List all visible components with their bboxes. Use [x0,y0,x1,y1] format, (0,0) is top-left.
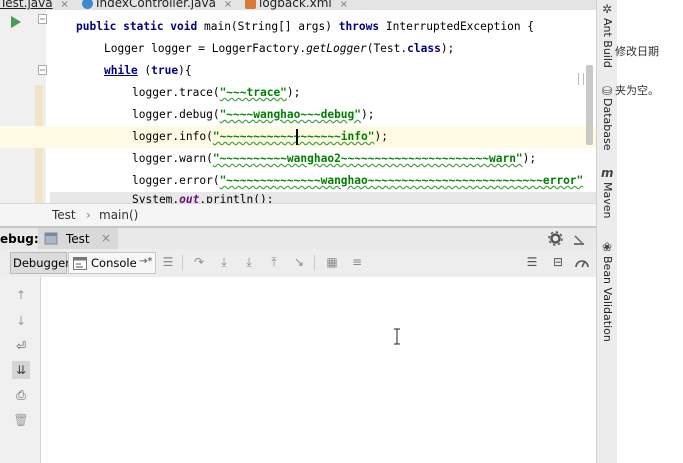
tab-indexcontroller[interactable]: IndexController.java × [82,0,232,10]
editor-scrollbar[interactable] [586,65,593,145]
debugger-toolbar: Debugger Console →* ☰ ↷ ⤓ ⤓ ⤒ ↘ ▦ ≡ ☰ ⊟ [0,249,596,278]
arrow-down-icon[interactable]: ↓ [12,312,30,330]
hide-panel-icon[interactable] [573,233,585,245]
database-icon: ⛁ [601,84,613,98]
scroll-marker [578,73,584,85]
database-tool[interactable]: Database [601,98,614,151]
close-icon[interactable]: × [60,0,68,10]
tab-label: Console [91,256,137,270]
code-line: logger.trace("~~~trace"); [132,86,301,99]
close-icon[interactable]: × [224,0,232,10]
debug-tool-header: ebug: Test × [0,228,596,250]
debug-title: ebug: [0,232,39,246]
scroll-to-end-icon[interactable]: ⇊ [12,361,30,379]
tab-label: Debugger [13,256,70,270]
breadcrumb-item-test[interactable]: Test [52,208,76,222]
xml-file-icon [245,0,256,9]
arrow-up-icon[interactable]: ↑ [12,286,30,304]
evaluate-expression-icon[interactable]: ▦ [324,254,340,270]
trace-icon[interactable]: ≡ [349,254,365,270]
tab-logback-xml[interactable]: logback.xml × [245,0,348,10]
close-icon[interactable]: × [101,231,111,245]
frames-icon[interactable]: ☰ [524,254,540,270]
restore-layout-icon[interactable]: ⊟ [550,254,566,270]
breadcrumb: Test › main() [0,203,596,226]
tab-debug-test[interactable]: Test × [38,228,118,249]
console-output[interactable] [41,277,596,463]
tab-label: IndexController.java [96,0,216,10]
code-editor[interactable]: public static void main(String[] args) t… [0,10,596,203]
step-out-icon[interactable]: ⤒ [266,254,282,270]
console-tool-strip: ↑ ↓ ⏎ ⇊ ⎙ 🗑 [0,277,41,463]
code-line: logger.error("~~~~~~~~~~~~~~wanghao~~~~~… [132,174,584,187]
code-line: System.out.println(); [50,192,596,203]
breadcrumb-separator: › [86,208,91,222]
ant-build-tool[interactable]: Ant Build [601,18,614,68]
memory-gauge-icon[interactable] [575,256,589,268]
modified-date-header: 修改日期 [615,45,659,58]
class-icon [82,0,93,9]
console-icon [73,257,87,270]
empty-folder-text: 夹为空。 [615,84,659,97]
maven-icon: m [601,166,614,180]
code-line: public static void main(String[] args) t… [76,20,535,33]
code-line: Logger logger = LoggerFactory.getLogger(… [104,42,455,55]
tab-label: logback.xml [259,0,332,10]
bean-icon: ❀ [601,240,613,254]
bean-validation-tool[interactable]: Bean Validation [601,256,614,342]
code-line: logger.warn("~~~~~~~~~~wanghao2~~~~~~~~~… [132,152,537,165]
soft-wrap-icon[interactable]: ⏎ [12,337,30,355]
text-caret [296,129,298,145]
ant-icon: ✲ [601,2,613,16]
force-step-into-icon[interactable]: ⤓ [241,254,257,270]
layout-icon[interactable]: ☰ [160,254,176,270]
breadcrumb-item-main[interactable]: main() [99,208,138,222]
tab-test-java[interactable]: Test.java × [0,0,69,10]
tab-label: Test.java [0,0,53,10]
background-window: 修改日期 夹为空。 [615,0,683,463]
code-line: while (true){ [104,64,192,77]
tab-debugger[interactable]: Debugger [10,252,70,274]
console-arrow-icon: →* [139,256,153,267]
code-line: logger.debug("~~~~wanghao~~~debug"); [132,108,375,121]
close-icon[interactable]: × [340,0,348,10]
step-into-icon[interactable]: ⤓ [216,254,232,270]
print-icon[interactable]: ⎙ [12,386,30,404]
tab-console[interactable]: Console →* [68,252,156,274]
gear-icon[interactable] [548,231,563,246]
run-to-cursor-icon[interactable]: ↘ [291,254,307,270]
run-config-name: Test [66,232,90,246]
maven-tool[interactable]: Maven [601,182,614,218]
text-cursor-icon [394,328,400,345]
step-over-icon[interactable]: ↷ [191,254,207,270]
debug-config-icon [44,232,58,245]
trash-icon[interactable]: 🗑 [12,411,30,429]
right-tool-bar: ✲ Ant Build ⛁ Database m Maven ❀ Bean Va… [596,0,618,463]
current-code-line: logger.info("~~~~~~~~~~~~~~~~~~info"); [0,126,596,148]
